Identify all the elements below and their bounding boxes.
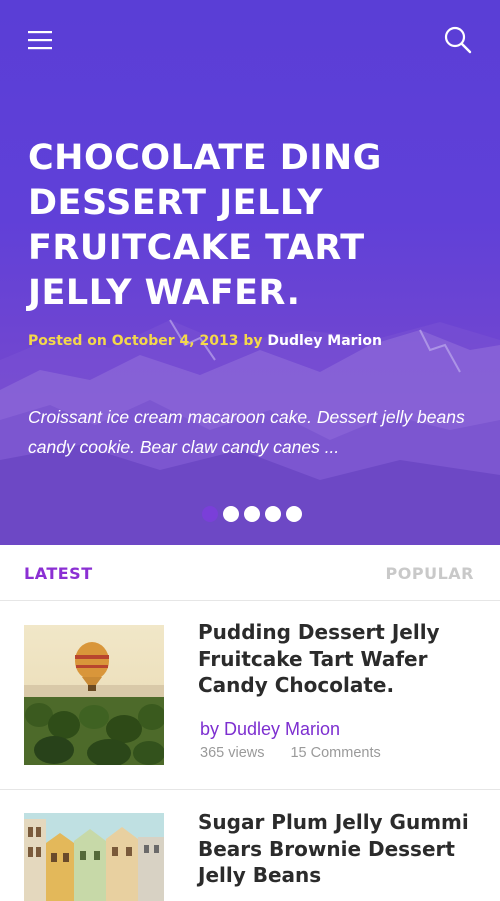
hero-post-meta: Posted on October 4, 2013 by Dudley Mari… <box>28 333 382 349</box>
slider-dot-4[interactable] <box>265 506 281 522</box>
post-stats: 365 views 15 Comments <box>200 745 381 761</box>
hamburger-menu-icon <box>28 31 52 50</box>
list-item: Pudding Dessert Jelly Fruitcake Tart Waf… <box>0 601 500 790</box>
post-author-link[interactable]: by Dudley Marion <box>200 719 340 740</box>
post-thumbnail[interactable] <box>24 625 164 765</box>
balloon-landscape-image <box>24 625 164 765</box>
hero-slider: CHOCOLATE DING DESSERT JELLY FRUITCAKE T… <box>0 0 500 545</box>
hero-author-link[interactable]: Dudley Marion <box>267 333 382 349</box>
menu-button[interactable] <box>22 22 58 58</box>
slider-dot-1[interactable] <box>202 506 218 522</box>
post-title[interactable]: Sugar Plum Jelly Gummi Bears Brownie Des… <box>198 809 478 889</box>
tab-latest[interactable]: LATEST <box>24 564 93 583</box>
search-button[interactable] <box>440 22 476 58</box>
tab-popular[interactable]: POPULAR <box>386 564 474 583</box>
search-icon <box>444 26 472 54</box>
hero-excerpt: Croissant ice cream macaroon cake. Desse… <box>28 407 465 457</box>
post-views: 365 views <box>200 745 265 761</box>
hero-title[interactable]: CHOCOLATE DING DESSERT JELLY FRUITCAKE T… <box>28 136 468 316</box>
hero-post-date: Posted on October 4, 2013 by <box>28 333 263 349</box>
post-thumbnail[interactable] <box>24 813 164 901</box>
slider-dot-2[interactable] <box>223 506 239 522</box>
post-tabs: LATEST POPULAR <box>0 545 500 601</box>
list-item: Sugar Plum Jelly Gummi Bears Brownie Des… <box>0 791 500 901</box>
post-title[interactable]: Pudding Dessert Jelly Fruitcake Tart Waf… <box>198 619 478 699</box>
slider-pagination <box>202 506 302 522</box>
slider-dot-5[interactable] <box>286 506 302 522</box>
town-buildings-image <box>24 813 164 901</box>
post-comments-link[interactable]: 15 Comments <box>290 745 380 761</box>
slider-dot-3[interactable] <box>244 506 260 522</box>
